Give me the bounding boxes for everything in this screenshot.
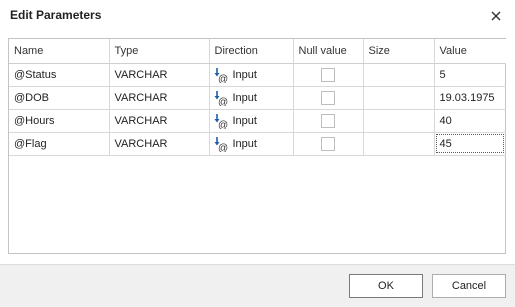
- cancel-button[interactable]: Cancel: [432, 274, 506, 298]
- parameters-table: Name Type Direction Null value Size Valu…: [9, 39, 506, 156]
- dialog-title: Edit Parameters: [10, 8, 102, 22]
- cell-size[interactable]: [363, 132, 435, 156]
- input-direction-icon: @: [214, 136, 228, 152]
- cell-name[interactable]: @DOB: [9, 86, 110, 110]
- column-header-null-value[interactable]: Null value: [293, 39, 364, 64]
- cell-type[interactable]: VARCHAR: [109, 63, 210, 87]
- null-value-checkbox[interactable]: [321, 90, 335, 105]
- cell-null-value[interactable]: [293, 63, 364, 87]
- header-row: Name Type Direction Null value Size Valu…: [9, 39, 506, 64]
- cell-value[interactable]: 19.03.1975: [434, 86, 506, 110]
- table-row[interactable]: @DOB VARCHAR @ Input 19.03.1975: [9, 86, 506, 110]
- cell-null-value[interactable]: [293, 86, 364, 110]
- cell-size[interactable]: [363, 109, 435, 133]
- input-direction-icon: @: [214, 90, 228, 106]
- svg-text:@: @: [218, 97, 228, 106]
- parameters-grid[interactable]: Name Type Direction Null value Size Valu…: [8, 38, 506, 254]
- input-direction-icon: @: [214, 67, 228, 83]
- cell-type[interactable]: VARCHAR: [109, 86, 210, 110]
- cell-size[interactable]: [363, 86, 435, 110]
- direction-label: Input: [232, 68, 257, 81]
- cell-value[interactable]: 5: [434, 63, 506, 87]
- cell-direction[interactable]: @ Input: [209, 132, 294, 156]
- column-header-name[interactable]: Name: [9, 39, 110, 64]
- ok-button[interactable]: OK: [349, 274, 423, 298]
- input-direction-icon: @: [214, 113, 228, 129]
- cell-type[interactable]: VARCHAR: [109, 132, 210, 156]
- close-icon: [491, 11, 501, 21]
- column-header-size[interactable]: Size: [363, 39, 435, 64]
- cell-direction[interactable]: @ Input: [209, 63, 294, 87]
- cell-value-focused[interactable]: 45: [434, 132, 506, 156]
- title-bar: Edit Parameters: [0, 0, 515, 32]
- svg-text:@: @: [218, 120, 228, 129]
- table-row[interactable]: @Flag VARCHAR @ Input 45: [9, 132, 506, 156]
- table-row[interactable]: @Status VARCHAR @ Input 5: [9, 63, 506, 87]
- column-header-value[interactable]: Value: [434, 39, 506, 64]
- direction-label: Input: [232, 137, 257, 150]
- cell-size[interactable]: [363, 63, 435, 87]
- cell-value[interactable]: 40: [434, 109, 506, 133]
- cell-direction[interactable]: @ Input: [209, 109, 294, 133]
- svg-text:@: @: [218, 143, 228, 152]
- edit-parameters-dialog: Edit Parameters Name Type Direction Null…: [0, 0, 515, 307]
- cell-name[interactable]: @Flag: [9, 132, 110, 156]
- cell-null-value[interactable]: [293, 132, 364, 156]
- null-value-checkbox[interactable]: [321, 67, 335, 82]
- null-value-checkbox[interactable]: [321, 136, 335, 151]
- cell-name[interactable]: @Status: [9, 63, 110, 87]
- close-button[interactable]: [485, 5, 507, 27]
- column-header-direction[interactable]: Direction: [209, 39, 294, 64]
- cell-name[interactable]: @Hours: [9, 109, 110, 133]
- table-row[interactable]: @Hours VARCHAR @ Input 40: [9, 109, 506, 133]
- column-header-type[interactable]: Type: [109, 39, 210, 64]
- svg-text:@: @: [218, 74, 228, 83]
- cell-type[interactable]: VARCHAR: [109, 109, 210, 133]
- direction-label: Input: [232, 114, 257, 127]
- cell-direction[interactable]: @ Input: [209, 86, 294, 110]
- cell-null-value[interactable]: [293, 109, 364, 133]
- null-value-checkbox[interactable]: [321, 113, 335, 128]
- direction-label: Input: [232, 91, 257, 104]
